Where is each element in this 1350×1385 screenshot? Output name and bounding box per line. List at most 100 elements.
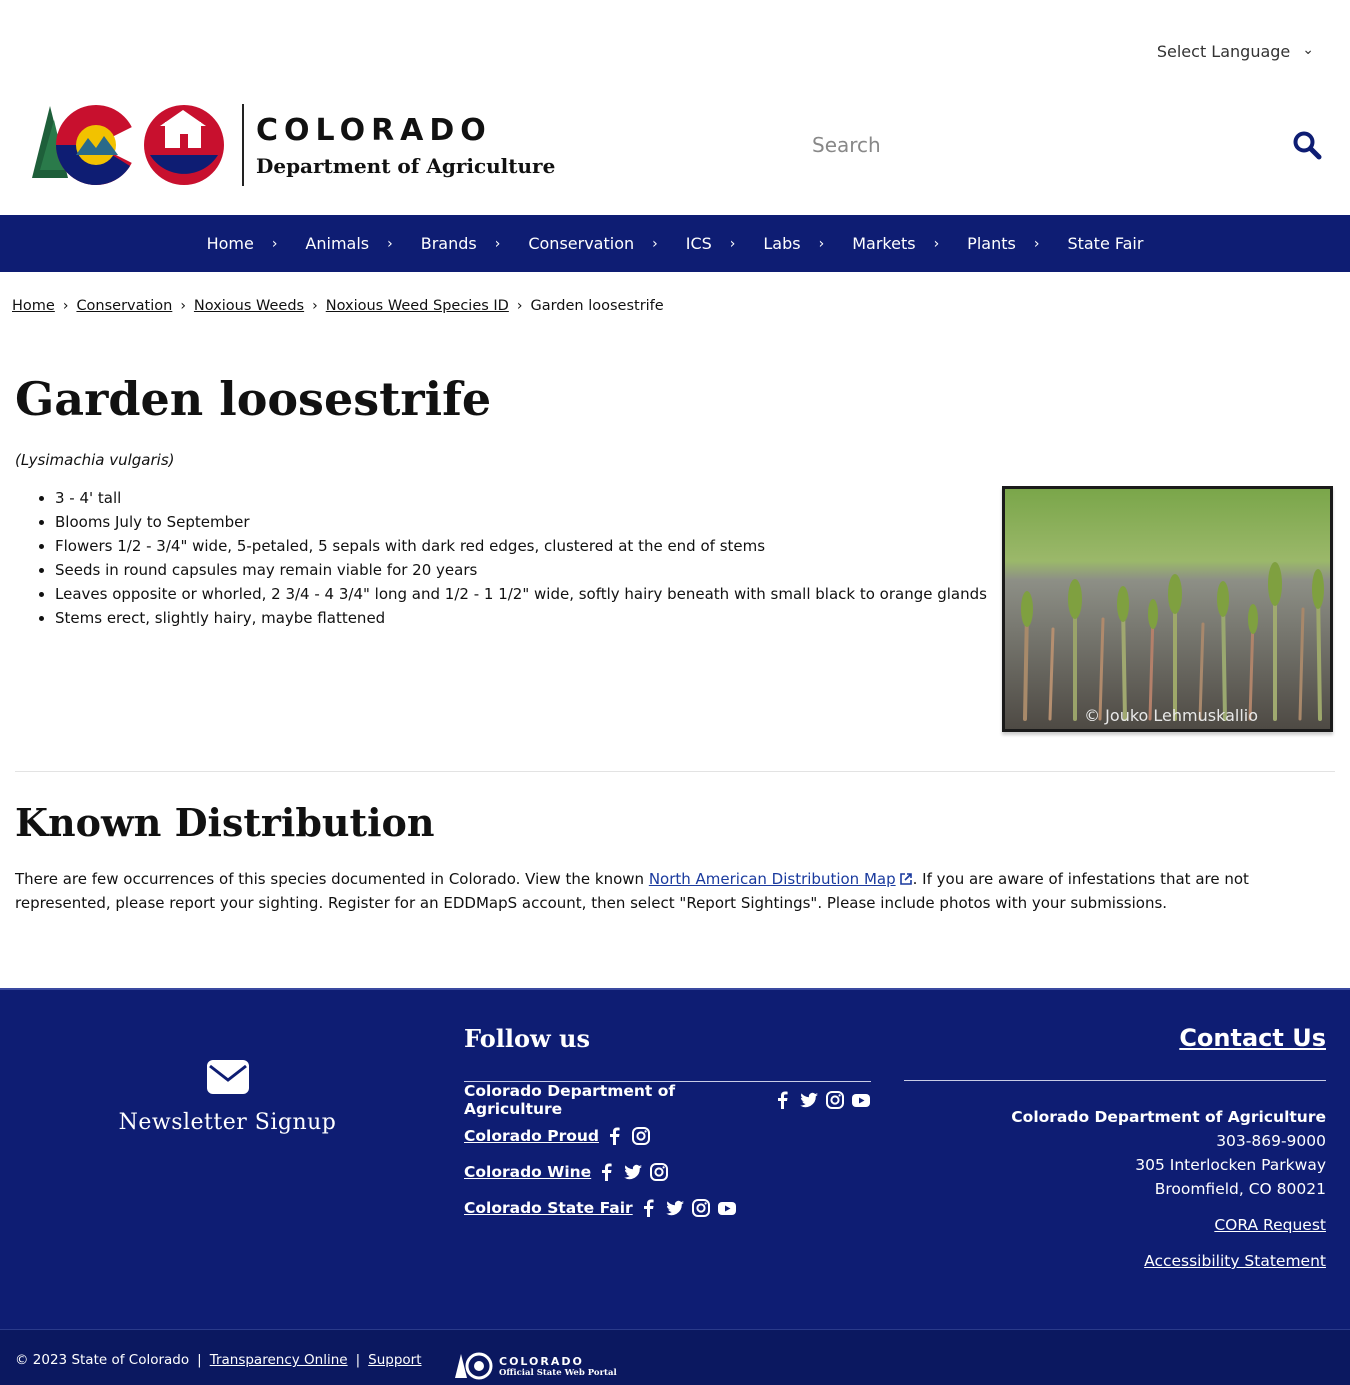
cora-request-link[interactable]: CORA Request bbox=[904, 1213, 1326, 1237]
colorado-proud-link[interactable]: Colorado Proud bbox=[464, 1127, 599, 1145]
social-row-colorado-proud: Colorado Proud bbox=[464, 1118, 871, 1154]
envelope-icon bbox=[206, 1060, 249, 1094]
colorado-wine-link[interactable]: Colorado Wine bbox=[464, 1163, 591, 1181]
list-item: Stems erect, slightly hairy, maybe flatt… bbox=[55, 606, 987, 630]
chevron-right-icon: › bbox=[387, 235, 393, 252]
instagram-icon[interactable] bbox=[631, 1126, 651, 1146]
nav-label: Home bbox=[206, 234, 254, 253]
nav-label: Animals bbox=[305, 234, 370, 253]
twitter-icon[interactable] bbox=[623, 1162, 643, 1182]
chevron-right-icon: › bbox=[271, 235, 278, 252]
colorado-state-fair-link[interactable]: Colorado State Fair bbox=[464, 1199, 633, 1217]
nav-item-markets[interactable]: Markets › bbox=[838, 234, 953, 253]
breadcrumb-separator: › bbox=[312, 298, 318, 314]
logo-wordmark: COLORADO bbox=[256, 112, 492, 148]
list-item: Flowers 1/2 - 3/4" wide, 5-petaled, 5 se… bbox=[55, 534, 987, 558]
colorado-c-logo-icon bbox=[32, 105, 224, 185]
search-bar bbox=[800, 120, 1330, 170]
separator: | bbox=[197, 1352, 202, 1368]
site-footer: Newsletter Signup Follow us Colorado Dep… bbox=[0, 988, 1350, 1385]
distribution-paragraph: There are few occurrences of this specie… bbox=[15, 867, 1335, 915]
nav-item-plants[interactable]: Plants › bbox=[953, 234, 1053, 253]
copyright-text: © 2023 State of Colorado bbox=[15, 1352, 190, 1368]
footer-bottom-bar: © 2023 State of Colorado | Transparency … bbox=[0, 1329, 1350, 1385]
section-heading: Known Distribution bbox=[15, 800, 435, 845]
footer-top-border bbox=[0, 988, 1350, 990]
support-link[interactable]: Support bbox=[368, 1352, 421, 1368]
twitter-icon[interactable] bbox=[665, 1198, 685, 1218]
language-label: Select Language bbox=[1156, 42, 1291, 61]
transparency-online-link[interactable]: Transparency Online bbox=[210, 1352, 348, 1368]
chevron-right-icon: › bbox=[1033, 235, 1040, 252]
list-item: Seeds in round capsules may remain viabl… bbox=[55, 558, 987, 582]
portal-title: COLORADO bbox=[499, 1354, 584, 1368]
language-select[interactable]: Select Language ⌄ bbox=[1156, 41, 1314, 62]
newsletter-signup-link[interactable]: Newsletter Signup bbox=[95, 1060, 360, 1135]
nav-label: Labs bbox=[763, 234, 801, 253]
breadcrumb-current: Garden loosestrife bbox=[530, 298, 664, 314]
facebook-icon[interactable] bbox=[639, 1198, 659, 1218]
list-item: Leaves opposite or whorled, 2 3/4 - 4 3/… bbox=[55, 582, 987, 606]
chevron-right-icon: › bbox=[652, 235, 658, 252]
follow-heading: Follow us bbox=[464, 1024, 590, 1053]
contact-org: Colorado Department of Agriculture bbox=[1011, 1108, 1326, 1126]
page-title: Garden loosestrife bbox=[15, 372, 492, 426]
breadcrumb-link-species-id[interactable]: Noxious Weed Species ID bbox=[326, 298, 509, 314]
section-divider bbox=[15, 771, 1335, 772]
nav-label: Plants bbox=[967, 234, 1016, 253]
state-portal-logo[interactable]: COLORADO Official State Web Portal bbox=[455, 1352, 617, 1380]
contact-section: Contact Us Colorado Department of Agricu… bbox=[904, 1024, 1326, 1273]
contact-phone: 303-869-9000 bbox=[1216, 1132, 1326, 1150]
photo-credit: © Jouko Lehmuskallio bbox=[1084, 706, 1258, 725]
chevron-down-icon: ⌄ bbox=[1302, 41, 1314, 58]
contact-rule bbox=[904, 1080, 1326, 1081]
twitter-icon[interactable] bbox=[799, 1090, 819, 1110]
nav-label: Brands bbox=[420, 234, 477, 253]
breadcrumb-link-home[interactable]: Home bbox=[12, 298, 55, 314]
nav-item-animals[interactable]: Animals › bbox=[291, 234, 406, 253]
nav-label: Markets bbox=[852, 234, 916, 253]
colorado-c-logo-icon bbox=[455, 1352, 493, 1380]
breadcrumb-separator: › bbox=[180, 298, 186, 314]
site-logo[interactable]: COLORADO Department of Agriculture bbox=[30, 100, 555, 190]
nav-item-state-fair[interactable]: State Fair bbox=[1053, 234, 1157, 253]
breadcrumb-link-conservation[interactable]: Conservation bbox=[76, 298, 172, 314]
search-input[interactable] bbox=[800, 133, 1270, 157]
facebook-icon[interactable] bbox=[605, 1126, 625, 1146]
instagram-icon[interactable] bbox=[691, 1198, 711, 1218]
nav-item-home[interactable]: Home › bbox=[193, 234, 292, 253]
facebook-icon[interactable] bbox=[773, 1090, 793, 1110]
nav-item-labs[interactable]: Labs › bbox=[749, 234, 838, 253]
list-item: Blooms July to September bbox=[55, 510, 987, 534]
nav-label: Conservation bbox=[528, 234, 635, 253]
newsletter-label: Newsletter Signup bbox=[118, 1110, 337, 1135]
nav-item-ics[interactable]: ICS › bbox=[672, 234, 750, 253]
chevron-right-icon: › bbox=[818, 235, 825, 252]
instagram-icon[interactable] bbox=[825, 1090, 845, 1110]
scientific-name: (Lysimachia vulgaris) bbox=[15, 451, 175, 469]
youtube-icon[interactable] bbox=[851, 1090, 871, 1110]
social-row-state-fair: Colorado State Fair bbox=[464, 1190, 871, 1226]
contact-us-link[interactable]: Contact Us bbox=[1179, 1024, 1326, 1052]
youtube-icon[interactable] bbox=[717, 1198, 737, 1218]
breadcrumb-separator: › bbox=[62, 298, 69, 314]
chevron-right-icon: › bbox=[729, 235, 736, 252]
fact-list: 3 - 4' tall Blooms July to September Flo… bbox=[55, 486, 987, 630]
plant-photo-image bbox=[1005, 489, 1330, 729]
facebook-icon[interactable] bbox=[597, 1162, 617, 1182]
instagram-icon[interactable] bbox=[649, 1162, 669, 1182]
breadcrumb-link-noxious-weeds[interactable]: Noxious Weeds bbox=[194, 298, 304, 314]
social-row-label: Colorado Department of Agriculture bbox=[464, 1082, 676, 1118]
chevron-right-icon: › bbox=[933, 235, 940, 252]
nav-item-conservation[interactable]: Conservation › bbox=[514, 234, 671, 253]
accessibility-statement-link[interactable]: Accessibility Statement bbox=[904, 1249, 1326, 1273]
copyright-line: © 2023 State of Colorado | Transparency … bbox=[15, 1352, 422, 1368]
distribution-map-link[interactable]: North American Distribution Map bbox=[649, 870, 896, 888]
logo-department: Department of Agriculture bbox=[256, 153, 556, 178]
separator: | bbox=[355, 1352, 361, 1368]
breadcrumb-separator: › bbox=[516, 298, 523, 314]
nav-item-brands[interactable]: Brands › bbox=[407, 234, 515, 253]
search-icon[interactable] bbox=[1292, 130, 1322, 160]
follow-us-section: Follow us Colorado Department of Agricul… bbox=[464, 1024, 871, 1226]
chevron-right-icon: › bbox=[494, 235, 501, 252]
